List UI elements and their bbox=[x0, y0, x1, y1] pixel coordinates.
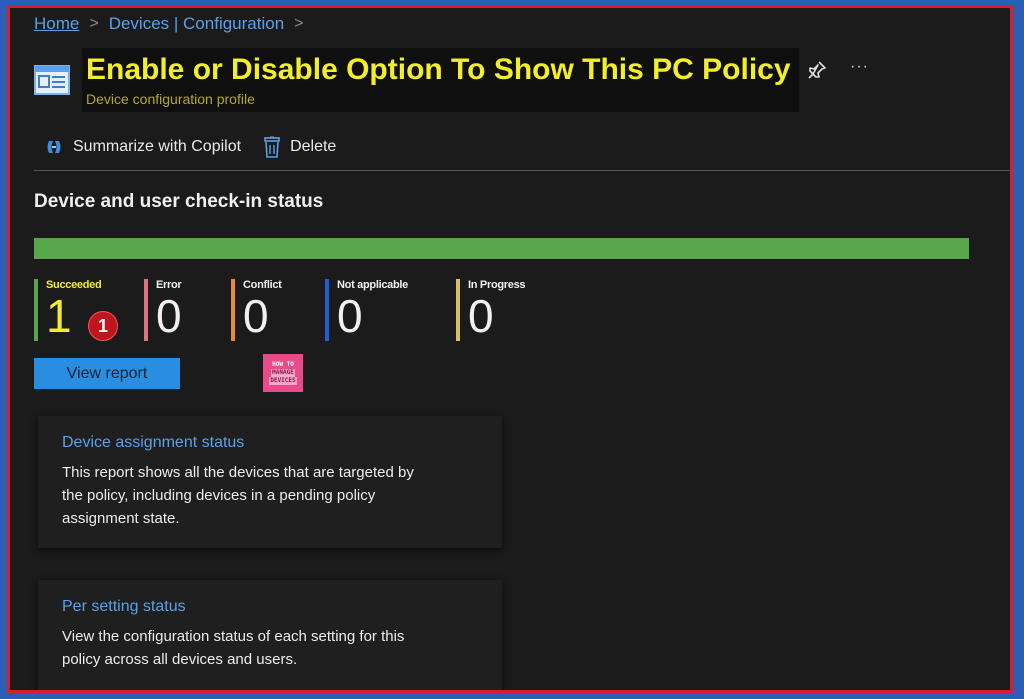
stat-not-applicable[interactable]: Not applicable 0 bbox=[325, 279, 408, 341]
breadcrumb: Home > Devices | Configuration > bbox=[34, 14, 304, 34]
portal-frame: Home > Devices | Configuration > Enable … bbox=[7, 5, 1013, 693]
section-title: Device and user check-in status bbox=[34, 191, 324, 212]
breadcrumb-devices-configuration[interactable]: Devices | Configuration bbox=[109, 14, 284, 34]
stat-conflict-value: 0 bbox=[243, 290, 269, 342]
card-device-assignment-desc: This report shows all the devices that a… bbox=[62, 464, 414, 527]
stat-in-progress[interactable]: In Progress 0 bbox=[456, 279, 526, 342]
page-title: Enable or Disable Option To Show This PC… bbox=[86, 53, 791, 86]
stat-in-progress-value: 0 bbox=[468, 290, 494, 342]
copilot-icon bbox=[47, 141, 61, 153]
stat-conflict[interactable]: Conflict 0 bbox=[231, 279, 282, 341]
stat-error[interactable]: Error 0 bbox=[144, 279, 182, 341]
delete-label: Delete bbox=[290, 138, 337, 155]
annotation-badge: 1 bbox=[88, 311, 118, 341]
card-per-setting-title[interactable]: Per setting status bbox=[62, 598, 186, 616]
logo-line1: HOW TO bbox=[272, 361, 294, 368]
stat-not-applicable-value: 0 bbox=[337, 290, 363, 342]
breadcrumb-home[interactable]: Home bbox=[34, 14, 79, 34]
card-per-setting-desc: View the configuration status of each se… bbox=[62, 628, 405, 668]
logo-line2: MANAGE bbox=[271, 369, 295, 377]
title-block: Enable or Disable Option To Show This PC… bbox=[82, 48, 799, 112]
chevron-right-icon: > bbox=[89, 15, 99, 32]
chevron-right-icon: > bbox=[294, 15, 304, 32]
stat-error-value: 0 bbox=[156, 290, 182, 342]
delete-button[interactable]: Delete bbox=[263, 136, 336, 158]
watermark-logo: HOW TO MANAGE DEVICES bbox=[263, 354, 303, 392]
view-report-button[interactable]: View report bbox=[34, 358, 180, 389]
card-per-setting-status: Per setting status View the configuratio… bbox=[38, 580, 502, 690]
trash-icon bbox=[264, 136, 280, 158]
logo-line3: DEVICES bbox=[269, 377, 297, 385]
more-icon[interactable]: ··· bbox=[850, 58, 869, 76]
pin-icon[interactable] bbox=[807, 60, 827, 80]
profile-icon bbox=[34, 65, 70, 95]
summarize-copilot-button[interactable]: Summarize with Copilot bbox=[44, 137, 241, 157]
checkin-progress-fill bbox=[34, 238, 969, 259]
card-device-assignment-status: Device assignment status This report sho… bbox=[38, 416, 502, 548]
page-subtitle: Device configuration profile bbox=[86, 91, 255, 107]
checkin-progress-bar bbox=[34, 238, 969, 259]
command-bar: Summarize with Copilot Delete bbox=[44, 136, 358, 158]
summarize-copilot-label: Summarize with Copilot bbox=[73, 138, 242, 155]
card-device-assignment-title[interactable]: Device assignment status bbox=[62, 434, 244, 452]
divider bbox=[34, 170, 1010, 171]
